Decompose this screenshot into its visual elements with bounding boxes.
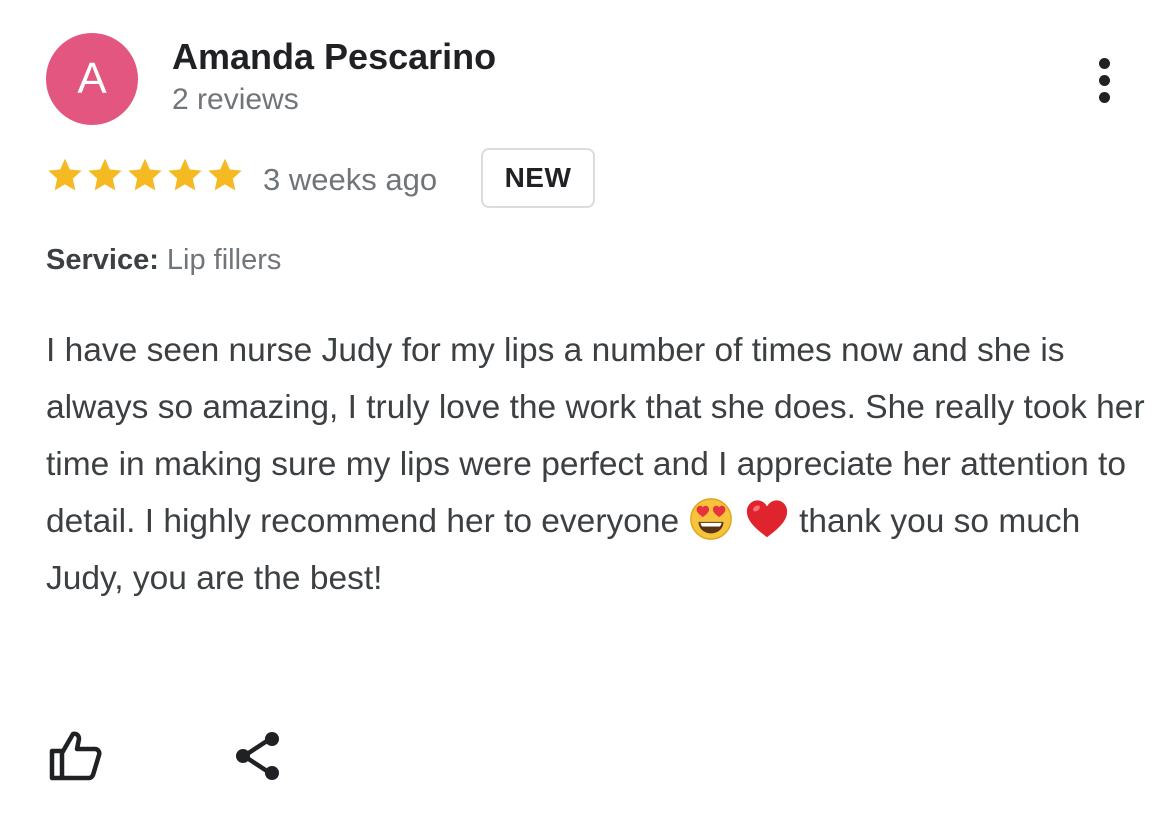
star-icon (88, 158, 122, 191)
more-vert-icon (1098, 57, 1110, 103)
service-value: Lip fillers (166, 244, 282, 276)
star-rating (45, 155, 245, 195)
like-button[interactable] (48, 727, 104, 783)
avatar[interactable]: A (46, 33, 138, 125)
more-options-button[interactable] (1080, 50, 1128, 110)
review-count[interactable]: 2 reviews (172, 83, 299, 117)
thumbs-up-icon (49, 731, 102, 781)
share-icon (236, 732, 279, 780)
star-icon (128, 158, 162, 191)
reviewer-name[interactable]: Amanda Pescarino (172, 36, 496, 78)
red-heart-emoji-icon (746, 500, 787, 538)
review-time: 3 weeks ago (263, 162, 438, 197)
heart-eyes-emoji-icon (690, 498, 733, 540)
share-button[interactable] (234, 730, 284, 782)
service-label: Service: (46, 244, 159, 276)
new-badge: NEW (481, 148, 595, 208)
service-line: Service: Lip fillers (46, 244, 281, 277)
star-icon (168, 158, 202, 191)
avatar-letter: A (77, 54, 107, 103)
star-icon (208, 158, 242, 191)
review-text: I have seen nurse Judy for my lips a num… (46, 322, 1146, 607)
star-icon (48, 158, 82, 191)
